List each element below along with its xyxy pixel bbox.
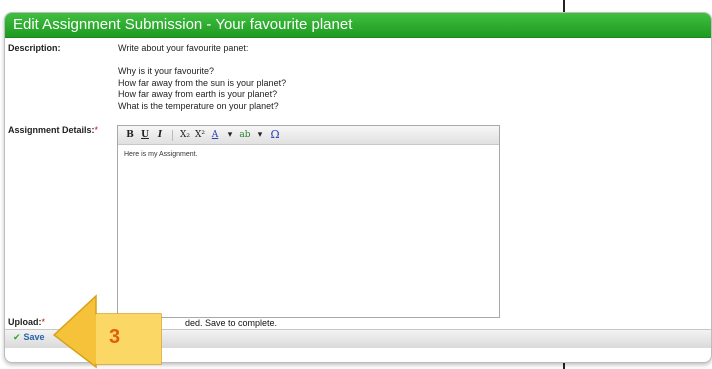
callout-box bbox=[96, 314, 161, 364]
step-callout-arrow bbox=[52, 294, 162, 369]
assignment-details-label-text: Assignment Details: bbox=[8, 125, 95, 135]
required-marker: * bbox=[94, 125, 99, 135]
vertical-divider-top bbox=[563, 0, 565, 12]
subscript-button[interactable]: X₂ bbox=[179, 129, 191, 141]
editor-toolbar: B U I X₂ X² A ▾ ab ▾ Ω bbox=[118, 126, 499, 145]
check-icon: ✔ bbox=[13, 332, 21, 342]
save-label: Save bbox=[23, 332, 45, 342]
dialog-title: Edit Assignment Submission - Your favour… bbox=[5, 13, 711, 38]
save-button[interactable]: ✔ Save bbox=[13, 332, 45, 343]
italic-button[interactable]: I bbox=[154, 129, 166, 141]
description-label: Description: bbox=[8, 43, 61, 53]
highlight-dropdown-icon[interactable]: ▾ bbox=[254, 129, 266, 141]
assignment-details-editor[interactable]: B U I X₂ X² A ▾ ab ▾ Ω Here is my Assign… bbox=[117, 125, 500, 318]
upload-label: Upload:* bbox=[8, 317, 45, 327]
font-color-button[interactable]: A bbox=[209, 129, 221, 141]
upload-required-marker: * bbox=[41, 317, 46, 327]
assignment-details-label: Assignment Details:* bbox=[8, 125, 98, 135]
upload-status: ded. Save to complete. bbox=[185, 318, 278, 328]
underline-button[interactable]: U bbox=[139, 129, 151, 141]
bold-button[interactable]: B bbox=[124, 129, 136, 141]
step-number: 3 bbox=[109, 326, 121, 348]
special-character-button[interactable]: Ω bbox=[269, 129, 281, 141]
description-text: Write about your favourite panet: Why is… bbox=[118, 43, 287, 111]
editor-content[interactable]: Here is my Assignment. bbox=[118, 145, 499, 164]
superscript-button[interactable]: X² bbox=[194, 129, 206, 141]
highlight-button[interactable]: ab bbox=[239, 129, 251, 141]
font-color-dropdown-icon[interactable]: ▾ bbox=[224, 129, 236, 141]
toolbar-separator bbox=[172, 129, 173, 141]
upload-label-text: Upload: bbox=[8, 317, 42, 327]
